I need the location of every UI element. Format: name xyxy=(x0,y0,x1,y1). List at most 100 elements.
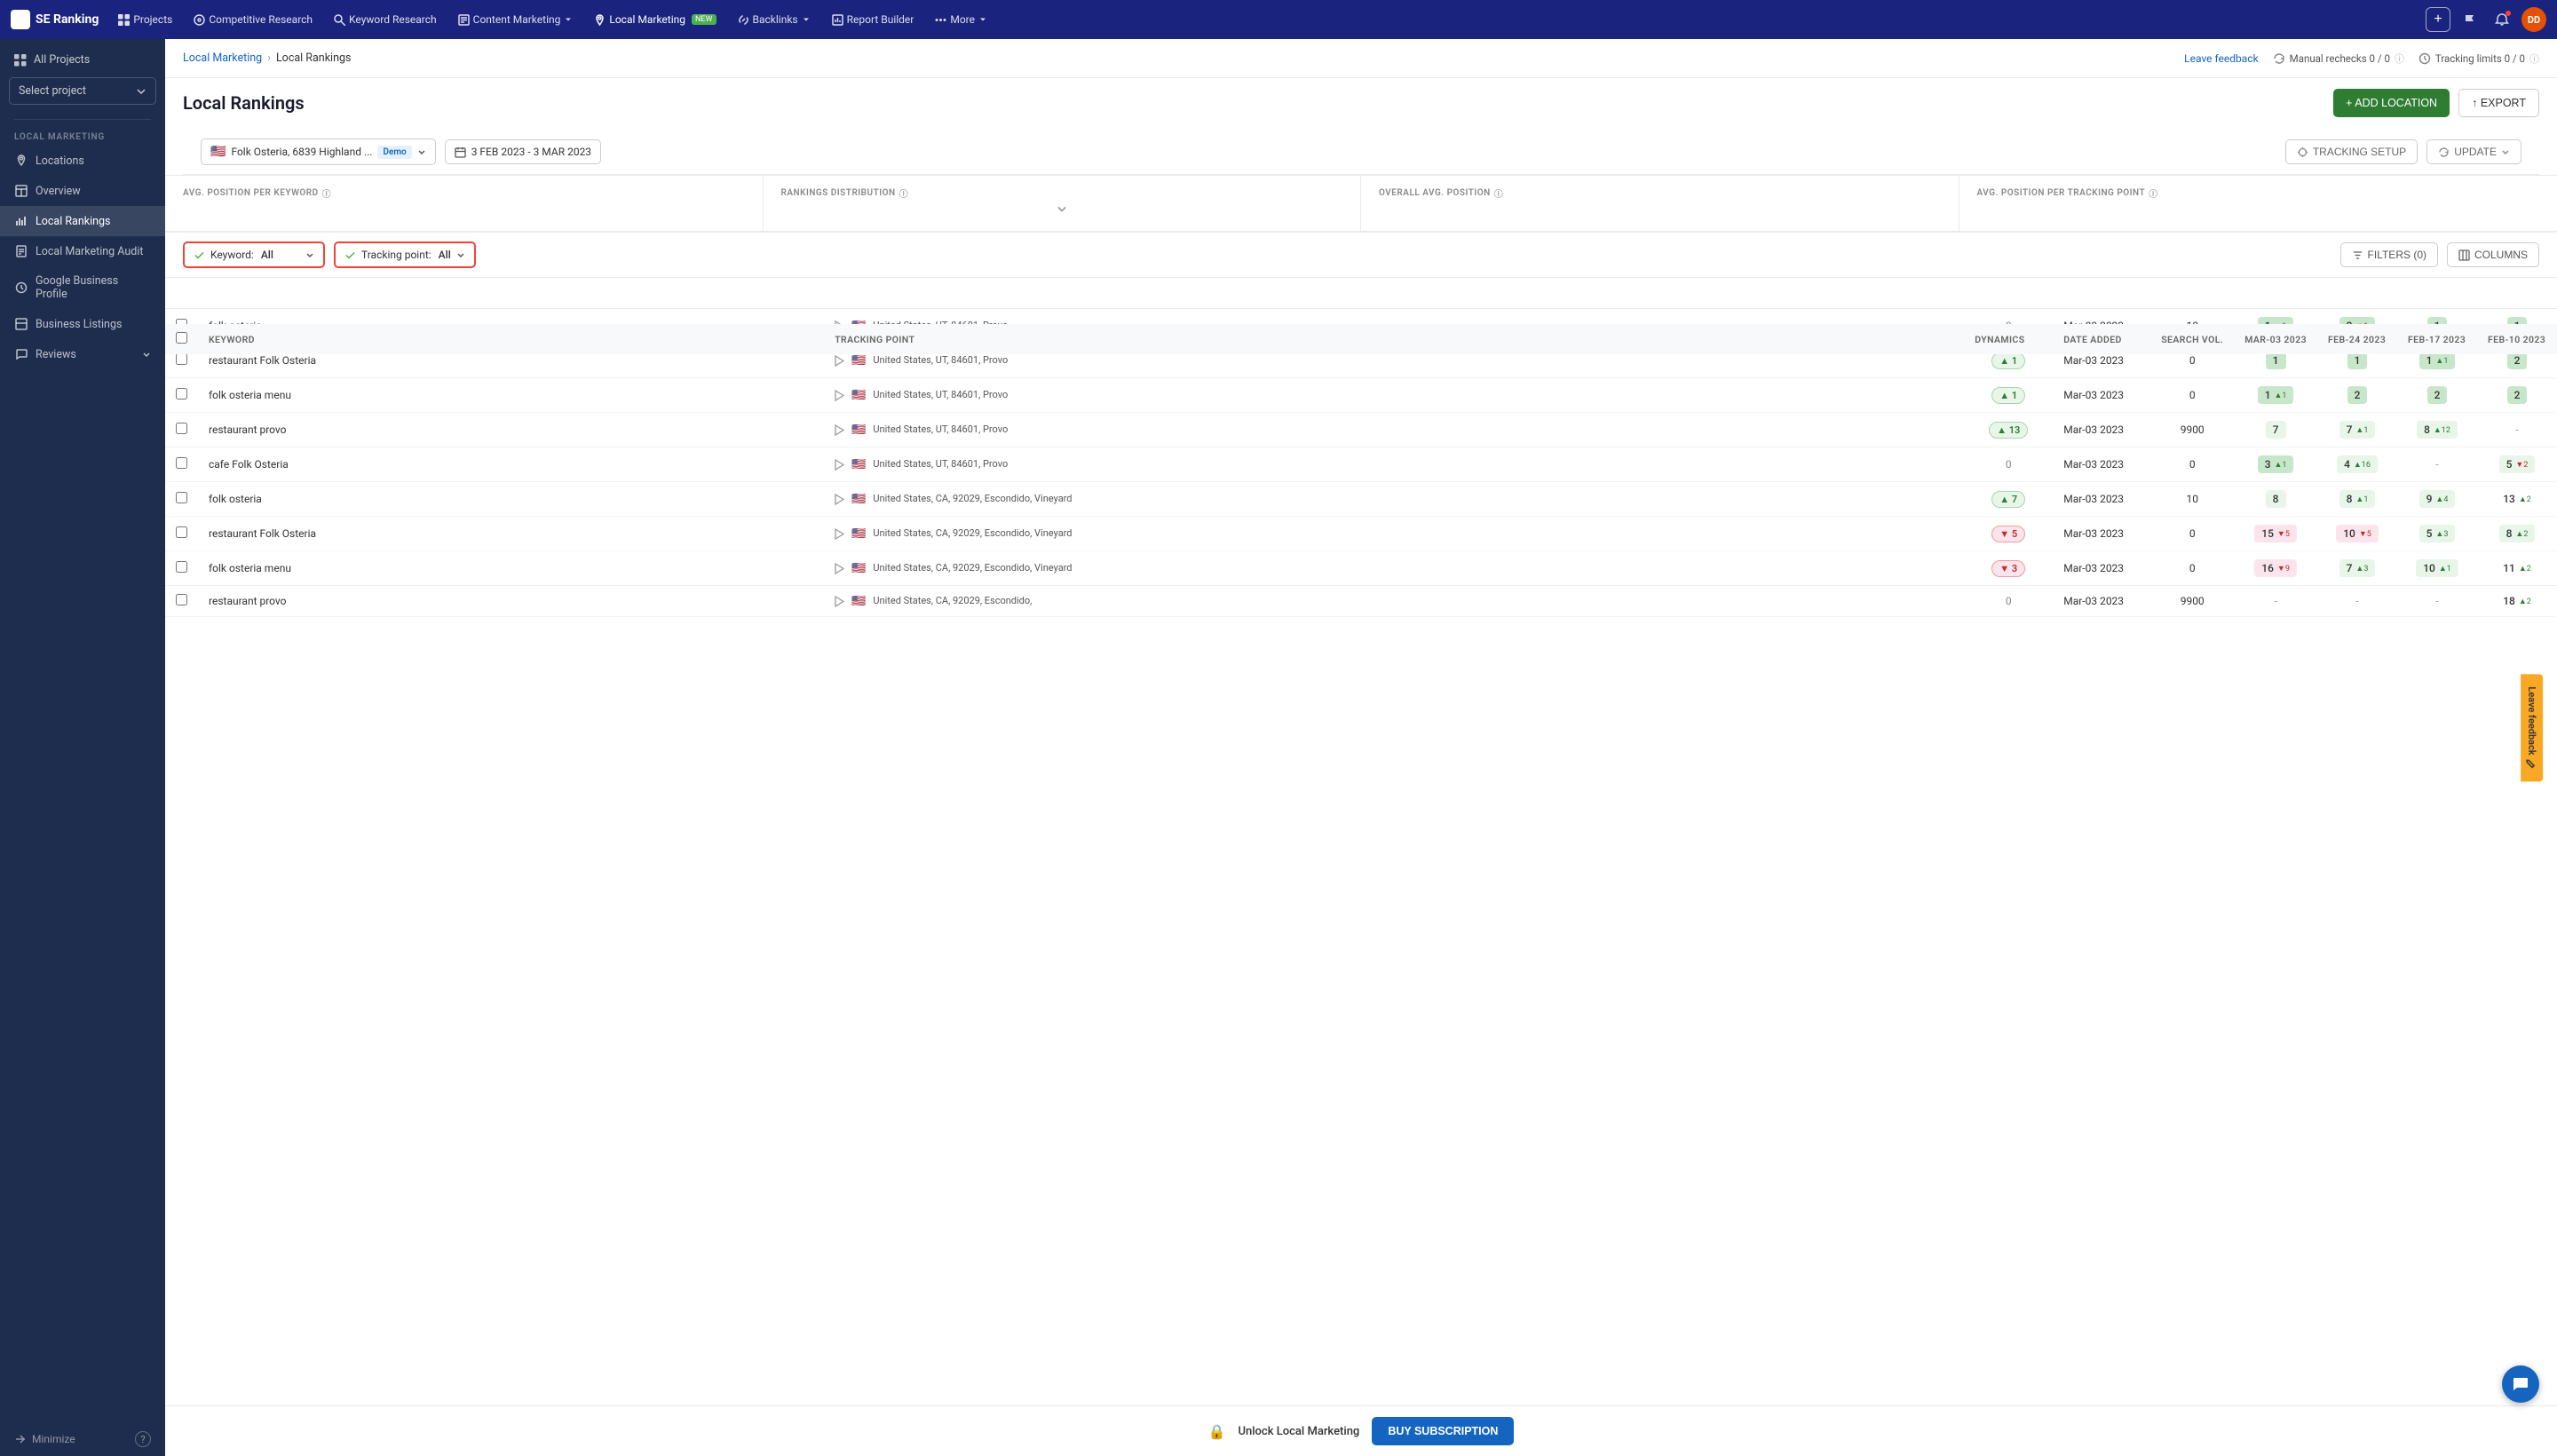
stat-info-3[interactable]: ⓘ xyxy=(2149,186,2158,200)
table-row: folk osteria menu 🇺🇸 United States, CA, … xyxy=(165,551,2557,586)
stat-label-rankings-dist: RANKINGS DISTRIBUTION ⓘ xyxy=(781,186,1343,200)
dynamics-badge: ▼ 5 xyxy=(1991,526,2025,542)
listings-icon xyxy=(14,317,28,331)
keyword-cell: folk osteria xyxy=(198,482,824,517)
buy-subscription-button[interactable]: BUY SUBSCRIPTION xyxy=(1372,1417,1514,1445)
location-arrow-icon xyxy=(835,563,844,574)
chevron-down-icon xyxy=(564,15,573,24)
sidebar-item-business-listings[interactable]: Business Listings xyxy=(0,309,165,339)
tracking-setup-button[interactable]: TRACKING SETUP xyxy=(2285,139,2418,164)
row-checkbox[interactable] xyxy=(176,492,187,503)
nav-projects[interactable]: Projects xyxy=(109,8,181,31)
table-row: folk osteria 🇺🇸 United States, CA, 92029… xyxy=(165,482,2557,517)
row-checkbox[interactable] xyxy=(176,353,187,365)
nav-report-builder[interactable]: Report Builder xyxy=(823,8,923,31)
keyword-filter[interactable]: Keyword: All xyxy=(183,241,325,268)
rank-cell: 16▼9 xyxy=(2234,551,2317,586)
keyword-cell: folk osteria menu xyxy=(198,551,824,586)
stat-info-2[interactable]: ⓘ xyxy=(1494,186,1504,200)
breadcrumb-parent[interactable]: Local Marketing xyxy=(183,51,262,65)
rank-cell: 3▲1 xyxy=(2234,447,2317,482)
nav-flag-button[interactable] xyxy=(2458,7,2482,32)
rank-cell: 11▲2 xyxy=(2477,551,2557,586)
row-checkbox[interactable] xyxy=(176,526,187,538)
search-vol-cell: 9900 xyxy=(2150,586,2234,617)
rank-cell: 4▲16 xyxy=(2317,447,2397,482)
nav-bell-button[interactable] xyxy=(2490,7,2514,32)
columns-button[interactable]: COLUMNS xyxy=(2447,242,2539,267)
keyword-check-icon xyxy=(194,249,205,261)
keyword-filter-row: Keyword: All Tracking point: All FILTERS… xyxy=(165,233,2557,278)
rank-cell: - xyxy=(2397,586,2477,617)
row-checkbox[interactable] xyxy=(176,423,187,434)
nav-keyword-research[interactable]: Keyword Research xyxy=(325,8,446,31)
th-checkbox xyxy=(165,324,198,355)
link-icon xyxy=(738,14,749,26)
sidebar-item-locations[interactable]: Locations xyxy=(0,146,165,176)
stat-avg-position-per-tp: AVG. POSITION PER TRACKING POINT ⓘ xyxy=(1959,176,2557,231)
rank-cell: - xyxy=(2397,447,2477,482)
keyword-filter-chevron xyxy=(305,250,314,259)
main-content: Local Marketing › Local Rankings Leave f… xyxy=(165,39,2557,1456)
nav-local-marketing[interactable]: Local Marketing NEW xyxy=(585,8,724,31)
unlock-text: Unlock Local Marketing xyxy=(1239,1425,1360,1438)
nav-competitive-research[interactable]: Competitive Research xyxy=(185,8,321,31)
dynamics-cell: ▼ 5 xyxy=(1964,517,2053,551)
add-location-button[interactable]: + ADD LOCATION xyxy=(2333,89,2450,117)
sidebar-item-google-business-profile[interactable]: Google Business Profile xyxy=(0,266,165,309)
sidebar-item-overview[interactable]: Overview xyxy=(0,176,165,206)
nav-more[interactable]: More xyxy=(926,8,996,31)
select-all-checkbox[interactable] xyxy=(176,332,187,344)
calendar-icon xyxy=(455,146,466,158)
leave-feedback-tab[interactable]: Leave feedback xyxy=(2521,674,2543,781)
sidebar-item-reviews[interactable]: Reviews xyxy=(0,339,165,369)
tracking-point-filter[interactable]: Tracking point: All xyxy=(334,241,476,268)
tracking-point-cell: 🇺🇸 United States, UT, 84601, Provo xyxy=(824,413,1964,447)
manual-rechecks-info[interactable]: ⓘ xyxy=(2395,51,2404,66)
search-vol-cell: 0 xyxy=(2150,551,2234,586)
sidebar-all-projects[interactable]: All Projects xyxy=(0,46,165,74)
sidebar-item-local-marketing-audit[interactable]: Local Marketing Audit xyxy=(0,236,165,266)
date-added-cell: Mar-03 2023 xyxy=(2053,447,2150,482)
nav-backlinks[interactable]: Backlinks xyxy=(729,8,819,31)
top-navigation: SE Ranking Projects Competitive Research… xyxy=(0,0,2557,39)
rank-cell: 5▼2 xyxy=(2477,447,2557,482)
tracking-point-cell: 🇺🇸 United States, CA, 92029, Escondido, … xyxy=(824,551,1964,586)
row-checkbox[interactable] xyxy=(176,457,187,469)
reviews-icon xyxy=(14,347,28,361)
tracking-limits-info[interactable]: ⓘ xyxy=(2529,51,2539,66)
rank-cell: 5▲3 xyxy=(2397,517,2477,551)
update-button[interactable]: UPDATE xyxy=(2426,139,2521,164)
nav-add-button[interactable]: + xyxy=(2426,7,2450,32)
tracking-filter-chevron xyxy=(456,250,465,259)
tracking-point-cell: 🇺🇸 United States, CA, 92029, Escondido, … xyxy=(824,517,1964,551)
stat-info-0[interactable]: ⓘ xyxy=(322,186,332,200)
row-checkbox[interactable] xyxy=(176,594,187,605)
export-button[interactable]: ↑ EXPORT xyxy=(2458,89,2539,117)
dynamics-badge: 0 xyxy=(2006,458,2012,471)
location-name: Folk Osteria, 6839 Highland ... xyxy=(231,146,372,158)
filters-button[interactable]: FILTERS (0) xyxy=(2340,242,2438,267)
sidebar-project-select[interactable]: Select project xyxy=(9,77,156,105)
logo[interactable]: SE Ranking xyxy=(11,10,99,29)
rank-cell: 7▲1 xyxy=(2317,413,2397,447)
stat-info-1[interactable]: ⓘ xyxy=(899,186,909,200)
date-range-selector[interactable]: 3 FEB 2023 - 3 MAR 2023 xyxy=(445,139,601,164)
sidebar-item-local-rankings[interactable]: Local Rankings xyxy=(0,206,165,236)
row-checkbox[interactable] xyxy=(176,561,187,573)
row-checkbox[interactable] xyxy=(176,388,187,400)
dynamics-cell: ▲ 1 xyxy=(1964,378,2053,413)
rankings-icon xyxy=(14,214,28,228)
chat-bubble[interactable] xyxy=(2502,1365,2539,1403)
nav-content-marketing[interactable]: Content Marketing xyxy=(449,8,582,31)
location-selector[interactable]: 🇺🇸 Folk Osteria, 6839 Highland ... Demo xyxy=(201,138,436,165)
user-avatar[interactable]: DD xyxy=(2521,7,2546,32)
rank-cell: - xyxy=(2317,586,2397,617)
tracking-limits-badge: Tracking limits 0 / 0 ⓘ xyxy=(2418,51,2539,66)
stats-expand-chevron[interactable] xyxy=(781,200,1343,220)
sidebar-minimize[interactable]: Minimize ? xyxy=(0,1422,165,1456)
sidebar-top-section: All Projects Select project xyxy=(0,39,165,115)
leave-feedback-link[interactable]: Leave feedback xyxy=(2184,52,2259,65)
search-vol-cell: 0 xyxy=(2150,378,2234,413)
help-icon[interactable]: ? xyxy=(135,1431,151,1447)
